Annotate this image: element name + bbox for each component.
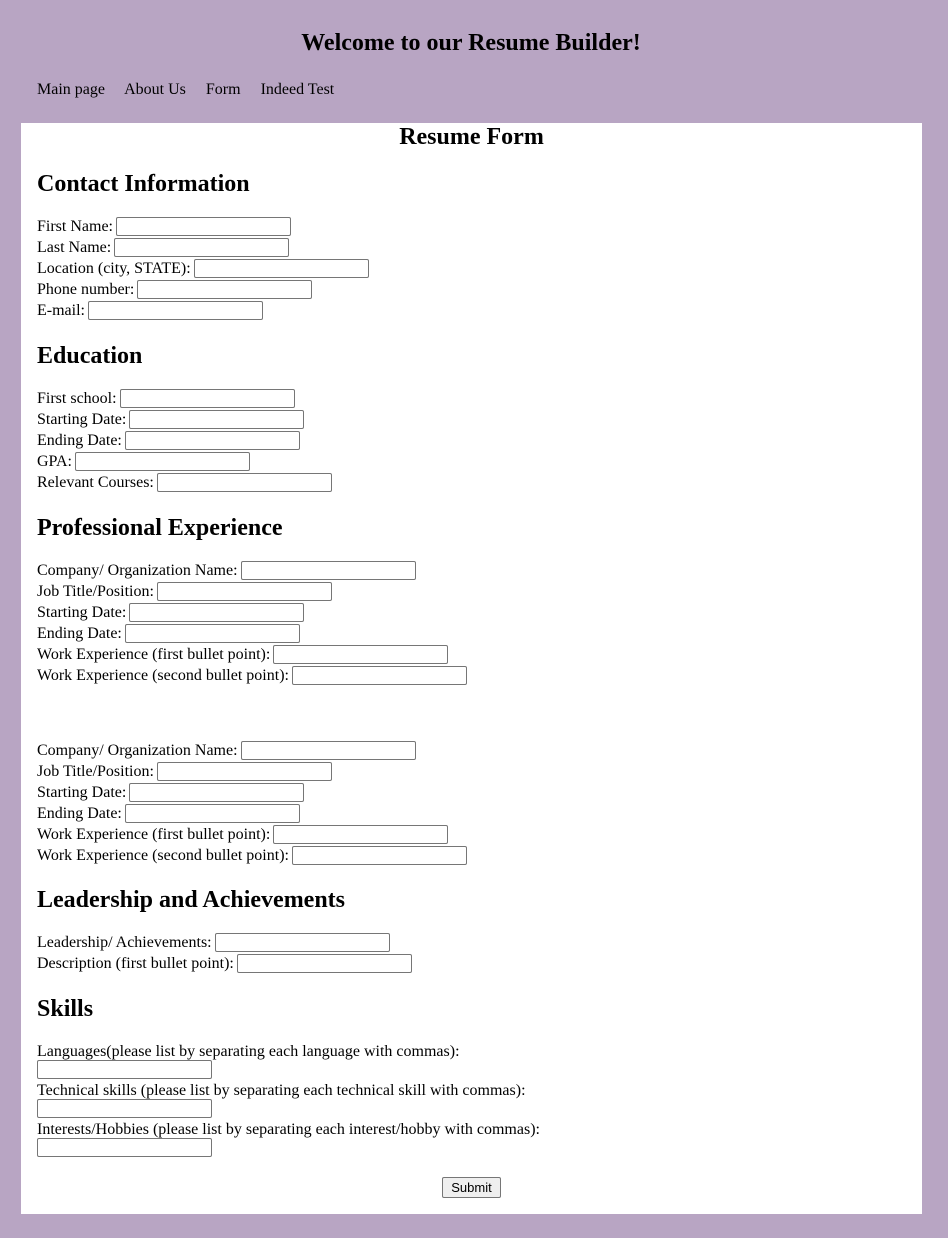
- job2-bullet2-input[interactable]: [291, 846, 467, 865]
- resume-form-panel: Resume Form Contact Information First Na…: [21, 123, 922, 1214]
- job1-bullet2-row: Work Experience (second bullet point):: [37, 665, 467, 686]
- location-input[interactable]: [193, 259, 369, 278]
- languages-input[interactable]: [37, 1060, 212, 1079]
- main-nav: Main page About Us Form Indeed Test: [37, 80, 350, 100]
- email-input[interactable]: [87, 301, 263, 320]
- job1-company-label: Company/ Organization Name:: [37, 562, 238, 579]
- phone-label: Phone number:: [37, 281, 135, 298]
- contact-heading: Contact Information: [37, 171, 250, 197]
- job2-start-row: Starting Date:: [37, 782, 305, 803]
- edu-start-date-input[interactable]: [129, 410, 305, 429]
- job1-title-input[interactable]: [156, 582, 332, 601]
- leadership-heading: Leadership and Achievements: [37, 887, 346, 913]
- experience-heading: Professional Experience: [37, 515, 283, 541]
- leadership-label: Leadership/ Achievements:: [37, 934, 212, 951]
- school-label: First school:: [37, 390, 117, 407]
- job1-bullet1-label: Work Experience (first bullet point):: [37, 646, 271, 663]
- nav-form-link[interactable]: Form: [206, 81, 241, 98]
- nav-about-us-link[interactable]: About Us: [124, 81, 186, 98]
- job1-bullet2-input[interactable]: [291, 666, 467, 685]
- job1-start-date-input[interactable]: [129, 603, 305, 622]
- edu-end-row: Ending Date:: [37, 430, 300, 451]
- phone-row: Phone number:: [37, 279, 313, 300]
- leadership-row: Leadership/ Achievements:: [37, 932, 390, 953]
- form-title: Resume Form: [399, 124, 544, 150]
- phone-input[interactable]: [137, 280, 313, 299]
- job2-company-input[interactable]: [240, 741, 416, 760]
- edu-start-label: Starting Date:: [37, 411, 127, 428]
- email-label: E-mail:: [37, 302, 85, 319]
- courses-row: Relevant Courses:: [37, 472, 332, 493]
- job1-company-input[interactable]: [240, 561, 416, 580]
- job2-bullet1-row: Work Experience (first bullet point):: [37, 824, 449, 845]
- skills-heading: Skills: [37, 996, 94, 1022]
- job1-end-label: Ending Date:: [37, 625, 122, 642]
- job1-start-label: Starting Date:: [37, 604, 127, 621]
- first-name-input[interactable]: [116, 217, 291, 236]
- school-input[interactable]: [119, 389, 295, 408]
- job2-bullet2-label: Work Experience (second bullet point):: [37, 847, 289, 864]
- last-name-row: Last Name:: [37, 237, 290, 258]
- job2-end-label: Ending Date:: [37, 805, 122, 822]
- job2-title-label: Job Title/Position:: [37, 763, 154, 780]
- languages-label: Languages(please list by separating each…: [37, 1043, 460, 1060]
- job2-company-label: Company/ Organization Name:: [37, 742, 238, 759]
- first-name-row: First Name:: [37, 216, 291, 237]
- courses-input[interactable]: [156, 473, 332, 492]
- last-name-label: Last Name:: [37, 239, 112, 256]
- education-heading: Education: [37, 343, 143, 369]
- edu-start-row: Starting Date:: [37, 409, 305, 430]
- job2-start-label: Starting Date:: [37, 784, 127, 801]
- job1-end-date-input[interactable]: [124, 624, 300, 643]
- nav-main-page-link[interactable]: Main page: [37, 81, 105, 98]
- job2-title-input[interactable]: [156, 762, 332, 781]
- job2-end-date-input[interactable]: [124, 804, 300, 823]
- job1-start-row: Starting Date:: [37, 602, 305, 623]
- job1-company-row: Company/ Organization Name:: [37, 560, 416, 581]
- location-row: Location (city, STATE):: [37, 258, 369, 279]
- job2-start-date-input[interactable]: [129, 783, 305, 802]
- job1-bullet1-input[interactable]: [273, 645, 449, 664]
- job2-end-row: Ending Date:: [37, 803, 300, 824]
- technical-skills-input[interactable]: [37, 1099, 212, 1118]
- job1-title-label: Job Title/Position:: [37, 583, 154, 600]
- site-title: Welcome to our Resume Builder!: [301, 30, 641, 56]
- submit-button[interactable]: Submit: [442, 1177, 501, 1198]
- leadership-desc-row: Description (first bullet point):: [37, 953, 412, 974]
- job1-end-row: Ending Date:: [37, 623, 300, 644]
- last-name-input[interactable]: [114, 238, 290, 257]
- email-row: E-mail:: [37, 300, 263, 321]
- job2-company-row: Company/ Organization Name:: [37, 740, 416, 761]
- leadership-input[interactable]: [214, 933, 390, 952]
- school-row: First school:: [37, 388, 295, 409]
- job2-title-row: Job Title/Position:: [37, 761, 332, 782]
- location-label: Location (city, STATE):: [37, 260, 191, 277]
- job1-bullet1-row: Work Experience (first bullet point):: [37, 644, 449, 665]
- leadership-desc-input[interactable]: [236, 954, 412, 973]
- job1-title-row: Job Title/Position:: [37, 581, 332, 602]
- job2-bullet1-label: Work Experience (first bullet point):: [37, 826, 271, 843]
- leadership-desc-label: Description (first bullet point):: [37, 955, 234, 972]
- job2-bullet1-input[interactable]: [273, 825, 449, 844]
- first-name-label: First Name:: [37, 218, 113, 235]
- interests-label: Interests/Hobbies (please list by separa…: [37, 1121, 540, 1138]
- job1-bullet2-label: Work Experience (second bullet point):: [37, 667, 289, 684]
- edu-end-date-input[interactable]: [124, 431, 300, 450]
- job2-bullet2-row: Work Experience (second bullet point):: [37, 845, 467, 866]
- nav-indeed-test-link[interactable]: Indeed Test: [261, 81, 335, 98]
- courses-label: Relevant Courses:: [37, 474, 154, 491]
- interests-input[interactable]: [37, 1138, 212, 1157]
- gpa-label: GPA:: [37, 453, 72, 470]
- edu-end-label: Ending Date:: [37, 432, 122, 449]
- gpa-input[interactable]: [74, 452, 250, 471]
- technical-skills-label: Technical skills (please list by separat…: [37, 1082, 526, 1099]
- gpa-row: GPA:: [37, 451, 250, 472]
